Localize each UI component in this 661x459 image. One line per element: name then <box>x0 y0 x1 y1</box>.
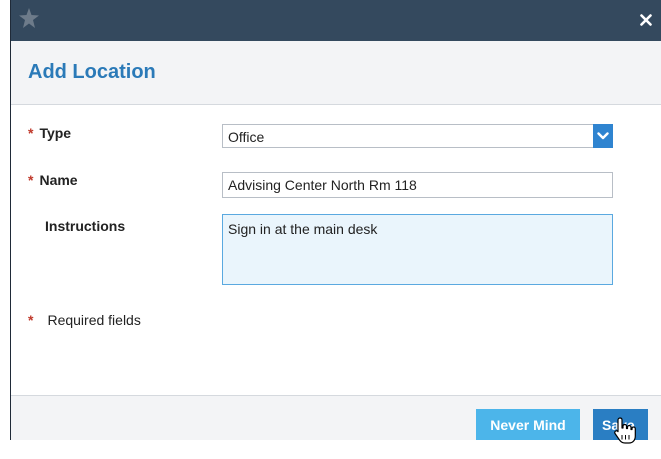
required-star-icon: * <box>28 172 34 188</box>
required-fields-text: Required fields <box>47 312 141 328</box>
chevron-down-icon[interactable] <box>593 124 613 148</box>
required-star-icon: * <box>28 125 34 141</box>
name-input[interactable] <box>222 172 613 198</box>
instructions-label: Instructions <box>45 218 126 234</box>
type-select-value: Office <box>228 129 265 145</box>
hand-pointer-cursor-icon <box>612 416 638 446</box>
add-location-dialog: Add Location * Type Office * Name Instruct… <box>10 0 661 440</box>
dialog-body: * Type Office * Name Instructions Sign in … <box>11 105 661 395</box>
dialog-footer: Never Mind Save <box>11 395 661 440</box>
close-icon[interactable] <box>636 10 656 30</box>
star-logo-icon <box>17 6 41 30</box>
dialog-titlebar <box>11 0 661 41</box>
required-star-icon: * <box>28 312 34 328</box>
required-fields-note: * Required fields <box>28 312 141 328</box>
instructions-textarea[interactable]: Sign in at the main desk <box>222 214 613 285</box>
name-label: Name <box>39 172 78 188</box>
name-label-row: * Name <box>28 172 78 188</box>
never-mind-button[interactable]: Never Mind <box>476 409 580 440</box>
type-select[interactable]: Office <box>222 124 613 148</box>
type-label: Type <box>39 125 72 141</box>
dialog-title: Add Location <box>28 61 156 83</box>
dialog-header: Add Location <box>11 41 661 105</box>
type-label-row: * Type <box>28 125 71 141</box>
